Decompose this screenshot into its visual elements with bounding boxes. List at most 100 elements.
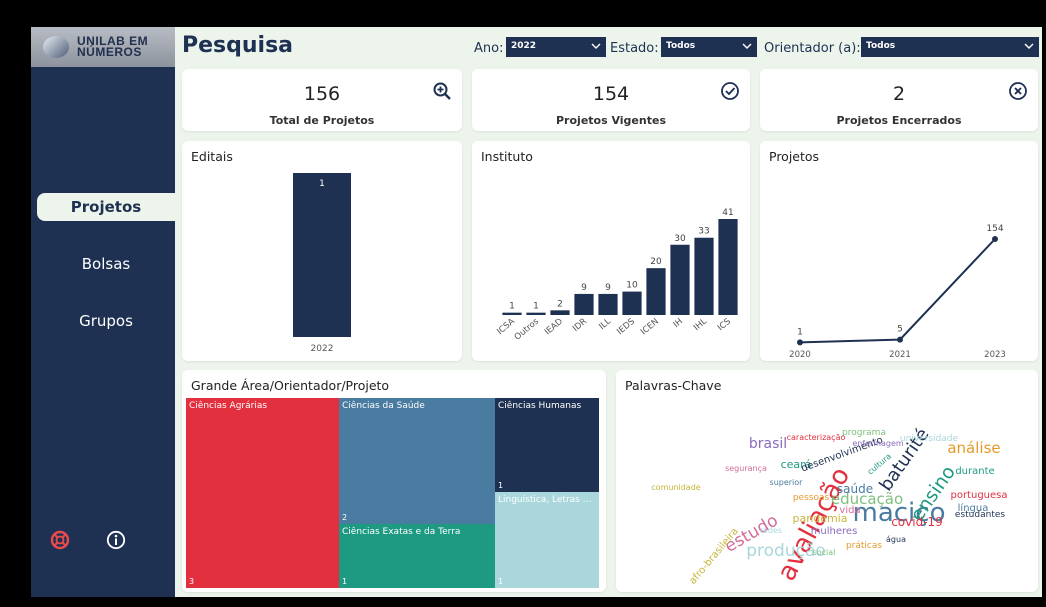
lifebuoy-icon[interactable] xyxy=(50,530,70,550)
sidebar-item-grupos[interactable]: Grupos xyxy=(37,307,175,335)
treemap-card: Grande Área/Orientador/Projeto Ciências … xyxy=(182,370,606,592)
editais-bar-label: 1 xyxy=(319,179,325,189)
zoom-in-icon[interactable] xyxy=(432,81,452,101)
instituto-tick-label: IH xyxy=(672,317,685,330)
projetos-tick-label: 2023 xyxy=(984,350,1006,360)
treemap-cell-ciencias-saude[interactable]: Ciências da Saúde 2 xyxy=(339,398,495,524)
kpi-encerrados-label: Projetos Encerrados xyxy=(836,114,962,127)
projetos-point-label: 5 xyxy=(897,325,903,335)
treemap-cell-ciencias-humanas[interactable]: Ciências Humanas 1 xyxy=(495,398,599,492)
orientador-filter-label: Orientador (a): xyxy=(764,41,861,56)
projetos-tick-label: 2021 xyxy=(889,350,911,360)
instituto-bar-label: 30 xyxy=(674,234,686,244)
instituto-bar-label: 20 xyxy=(650,257,662,267)
globe-icon xyxy=(43,36,69,58)
wordcloud-word: comunidade xyxy=(651,483,701,492)
wordcloud-card: Palavras-Chave avaliação maciço ensino batu… xyxy=(616,370,1038,592)
treemap-cell-count: 1 xyxy=(342,577,348,586)
instituto-tick-label: IDR xyxy=(571,317,589,334)
treemap-cell-ciencias-exatas[interactable]: Ciências Exatas e da Terra 1 xyxy=(339,524,495,588)
chevron-down-icon xyxy=(742,43,752,49)
wordcloud-word: durante xyxy=(955,466,994,477)
wordcloud-word: covid-19 xyxy=(891,515,943,529)
wordcloud-word: mulheres xyxy=(811,526,858,537)
projetos-point xyxy=(897,336,903,343)
ano-select[interactable]: 2022 xyxy=(506,37,606,57)
screenshot-frame: UNILAB EM NÚMEROS Projetos Bolsas Grupos… xyxy=(0,0,1046,607)
instituto-bar xyxy=(574,293,594,315)
editais-chart-title: Editais xyxy=(191,149,233,164)
projetos-chart-card: Projetos 1 2020 5 2021 154 2023 xyxy=(760,141,1038,361)
x-circle-icon[interactable] xyxy=(1008,81,1028,101)
treemap-cell-count: 1 xyxy=(498,481,504,490)
treemap-cell-count: 3 xyxy=(189,577,195,586)
instituto-tick-label: ILL xyxy=(597,316,613,332)
wordcloud-word: portuguesa xyxy=(950,490,1007,501)
info-icon[interactable] xyxy=(106,530,126,550)
logo-text-line-2: NÚMEROS xyxy=(77,45,142,59)
kpi-card-encerrados: 2 Projetos Encerrados xyxy=(760,69,1038,131)
instituto-bar-label: 41 xyxy=(722,208,733,218)
projetos-point xyxy=(992,236,998,242)
wordcloud-word: universidade xyxy=(900,434,959,444)
instituto-bar-label: 9 xyxy=(581,283,587,293)
ano-selected-value: 2022 xyxy=(511,41,537,51)
instituto-tick-label: ICEN xyxy=(639,317,661,338)
wordcloud-title: Palavras-Chave xyxy=(625,378,722,393)
instituto-bar xyxy=(526,312,546,315)
treemap-cell-ciencias-agrarias[interactable]: Ciências Agrárias 3 xyxy=(186,398,339,588)
wordcloud-word: redes xyxy=(760,526,782,535)
kpi-vigentes-value: 154 xyxy=(592,83,630,105)
instituto-tick-label: ICS xyxy=(716,317,733,334)
instituto-bar xyxy=(718,219,738,315)
kpi-vigentes-label: Projetos Vigentes xyxy=(556,114,666,127)
projetos-chart-title: Projetos xyxy=(769,149,820,164)
wordcloud-word: programa xyxy=(842,428,886,438)
estado-selected-value: Todos xyxy=(666,41,696,51)
wordcloud-word: segurança xyxy=(725,464,767,473)
estado-select[interactable]: Todos xyxy=(661,37,757,57)
orientador-select[interactable]: Todos xyxy=(861,37,1039,57)
wordcloud-word: enfermagem xyxy=(852,439,904,448)
wordcloud-word: vida xyxy=(839,505,860,516)
instituto-bar xyxy=(550,310,570,315)
chevron-down-icon xyxy=(1024,43,1034,49)
instituto-bar xyxy=(670,244,690,315)
treemap-cell-linguistica[interactable]: Linguística, Letras ... 1 xyxy=(495,492,599,588)
orientador-selected-value: Todos xyxy=(866,41,896,51)
page-title: Pesquisa xyxy=(182,33,294,58)
wordcloud-word: superior xyxy=(770,478,804,487)
instituto-bar xyxy=(502,312,522,315)
instituto-bar-label: 33 xyxy=(698,227,709,237)
sidebar-item-projetos[interactable]: Projetos xyxy=(37,193,175,221)
instituto-bar xyxy=(598,293,618,315)
instituto-bar xyxy=(646,268,666,315)
projetos-point xyxy=(797,339,803,346)
wordcloud: avaliaçãomaciçoensinobaturité análiseeduc… xyxy=(651,425,1007,587)
chevron-down-icon xyxy=(591,43,601,49)
treemap-cell-label: Linguística, Letras ... xyxy=(498,495,592,505)
kpi-total-label: Total de Projetos xyxy=(269,114,375,127)
check-circle-icon[interactable] xyxy=(720,81,740,101)
wordcloud-word: afro-brasileira xyxy=(687,526,740,587)
instituto-bar-label: 1 xyxy=(509,302,515,312)
instituto-bar xyxy=(694,237,714,315)
treemap-title: Grande Área/Orientador/Projeto xyxy=(191,378,390,393)
editais-chart: 1 2022 xyxy=(293,173,351,354)
instituto-chart: 1ICSA1Outros2IEAD9IDR9ILL10IEDS20ICEN30I… xyxy=(495,208,738,343)
treemap-cell-label: Ciências Agrárias xyxy=(189,401,268,411)
kpi-card-total: 156 Total de Projetos xyxy=(182,69,462,131)
wordcloud-word: caracterização xyxy=(787,433,846,442)
logo: UNILAB EM NÚMEROS xyxy=(31,27,175,67)
treemap-cell-label: Ciências Humanas xyxy=(498,401,582,411)
wordcloud-word: água xyxy=(886,535,906,544)
instituto-bar-label: 2 xyxy=(557,299,563,309)
sidebar-item-bolsas[interactable]: Bolsas xyxy=(37,250,175,278)
instituto-tick-label: IEAD xyxy=(543,316,565,337)
wordcloud-word: saúde xyxy=(837,482,873,496)
editais-bar xyxy=(293,173,351,337)
treemap-cell-label: Ciências da Saúde xyxy=(342,401,425,411)
wordcloud-word: brasil xyxy=(749,436,787,452)
instituto-bar-label: 9 xyxy=(605,283,611,293)
kpi-card-vigentes: 154 Projetos Vigentes xyxy=(472,69,750,131)
